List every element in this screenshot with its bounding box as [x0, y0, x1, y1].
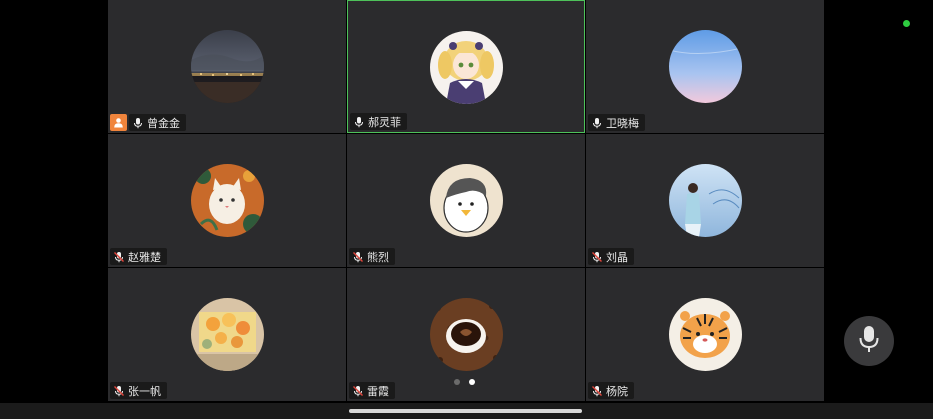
participant-tile[interactable]: 杨院 [586, 268, 824, 401]
microphone-icon [591, 117, 603, 129]
microphone-muted-icon [591, 251, 603, 263]
floating-mic-button[interactable] [844, 316, 894, 366]
participant-name: 曾金金 [147, 116, 180, 130]
microphone-muted-icon [113, 251, 125, 263]
participant-name: 郝灵菲 [368, 115, 401, 129]
microphone-icon [132, 117, 144, 129]
name-tag: 卫晓梅 [588, 114, 645, 131]
participant-name: 熊烈 [367, 250, 389, 264]
participant-name: 赵雅楚 [128, 250, 161, 264]
name-tag: 曾金金 [129, 114, 186, 131]
avatar [191, 30, 264, 103]
participant-tile[interactable]: 曾金金 [108, 0, 346, 133]
participant-name: 雷霞 [367, 384, 389, 398]
participant-name: 张一帆 [128, 384, 161, 398]
microphone-muted-icon [591, 385, 603, 397]
host-badge [110, 114, 127, 131]
name-tag: 刘晶 [588, 248, 634, 265]
name-tag: 张一帆 [110, 382, 167, 399]
microphone-muted-icon [352, 385, 364, 397]
name-tag: 郝灵菲 [350, 113, 407, 130]
participant-tile-active[interactable]: 郝灵菲 [347, 0, 585, 133]
page-dot[interactable] [454, 379, 460, 385]
participant-tile[interactable]: 张一帆 [108, 268, 346, 401]
avatar [669, 298, 742, 371]
avatar [191, 164, 264, 237]
video-grid: 曾金金 郝灵菲 卫晓梅 赵雅楚 熊烈 刘晶 张一帆 雷霞 杨院 [108, 0, 824, 402]
avatar [430, 31, 503, 104]
participant-tile[interactable]: 卫晓梅 [586, 0, 824, 133]
participant-name: 刘晶 [606, 250, 628, 264]
participant-name: 卫晓梅 [606, 116, 639, 130]
participant-tile[interactable]: 刘晶 [586, 134, 824, 267]
microphone-icon [858, 325, 880, 357]
avatar [430, 298, 503, 371]
avatar [669, 164, 742, 237]
name-tag: 熊烈 [349, 248, 395, 265]
name-tag: 雷霞 [349, 382, 395, 399]
microphone-muted-icon [113, 385, 125, 397]
name-tag: 赵雅楚 [110, 248, 167, 265]
avatar [430, 164, 503, 237]
participant-tile[interactable]: 赵雅楚 [108, 134, 346, 267]
connection-status-dot [903, 20, 910, 27]
microphone-icon [353, 116, 365, 128]
home-indicator[interactable] [349, 409, 582, 413]
page-indicator[interactable] [454, 379, 475, 385]
name-tag: 杨院 [588, 382, 634, 399]
person-icon [113, 113, 124, 132]
page-dot-current[interactable] [469, 379, 475, 385]
microphone-muted-icon [352, 251, 364, 263]
participant-tile[interactable]: 熊烈 [347, 134, 585, 267]
avatar [191, 298, 264, 371]
participant-name: 杨院 [606, 384, 628, 398]
avatar [669, 30, 742, 103]
meeting-screen: 曾金金 郝灵菲 卫晓梅 赵雅楚 熊烈 刘晶 张一帆 雷霞 杨院 [0, 0, 933, 419]
